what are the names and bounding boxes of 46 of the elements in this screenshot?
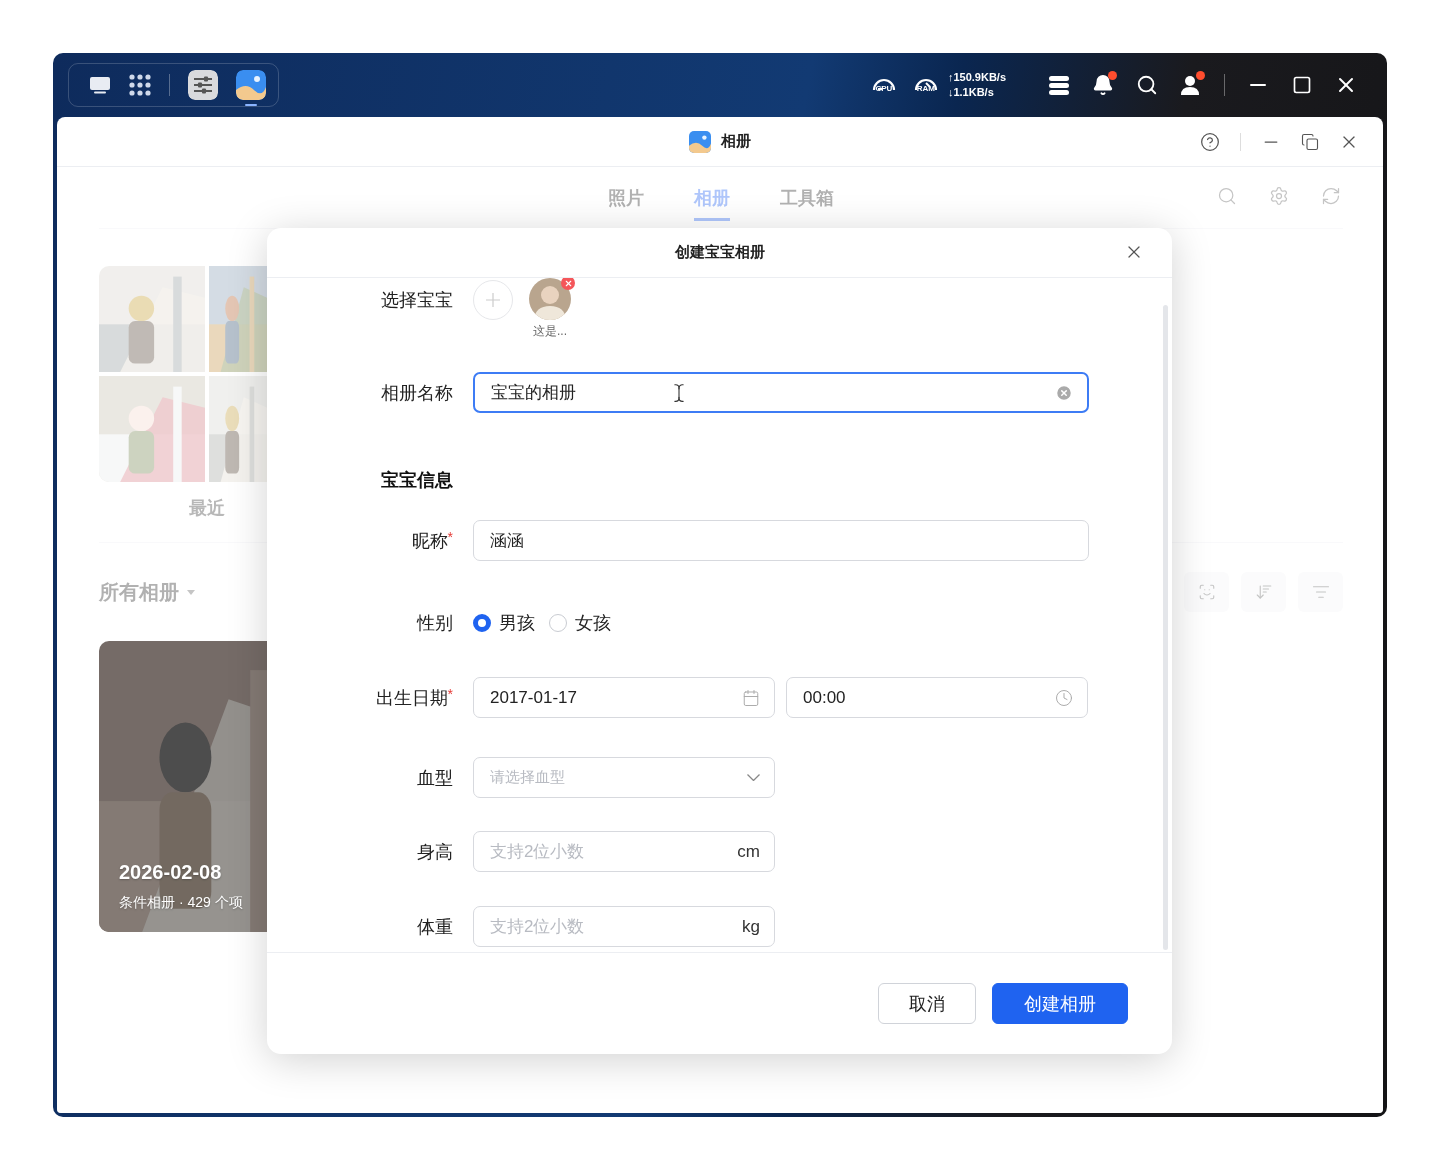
calendar-icon — [742, 688, 760, 707]
remove-icon[interactable] — [561, 278, 575, 290]
field-label: 血型 — [417, 766, 453, 790]
field-label: 身高 — [417, 840, 453, 864]
upload-speed: ↑150.9KB/s — [947, 70, 1006, 85]
photos-app-icon — [689, 130, 711, 153]
date-field[interactable]: 2017-01-17 — [473, 677, 775, 718]
gender-radio[interactable]: 男孩 — [473, 610, 535, 635]
help-icon[interactable] — [1200, 132, 1220, 152]
field-label: 相册名称 — [381, 381, 453, 405]
avatar[interactable] — [529, 278, 571, 320]
field-label: 昵称* — [411, 528, 453, 553]
photos-app-icon[interactable] — [236, 70, 266, 100]
scrollbar[interactable] — [1163, 305, 1168, 950]
album-title: 最近 — [189, 497, 225, 520]
chevron-icon — [747, 774, 760, 781]
field-label: 体重 — [417, 915, 453, 939]
cancel-button[interactable]: 取消 — [878, 983, 976, 1024]
time-field[interactable]: 00:00 — [786, 677, 1088, 718]
settings-app-icon[interactable] — [188, 70, 218, 100]
section-title: 宝宝信息 — [381, 468, 453, 492]
field-label: 选择宝宝 — [381, 289, 453, 312]
album-meta: 条件相册 · 429 个项 — [119, 894, 243, 912]
weight-field[interactable]: 支持2位小数 kg — [473, 906, 775, 947]
album-name-field[interactable]: 宝宝的相册 — [473, 372, 1089, 413]
download-speed: ↓1.1KB/s — [947, 85, 995, 100]
height-field[interactable]: 支持2位小数 cm — [473, 831, 775, 872]
unit-label: kg — [742, 916, 760, 937]
gender-radio[interactable]: 女孩 — [549, 610, 611, 635]
nickname-field[interactable]: 涵涵 — [473, 520, 1089, 561]
plus-icon — [486, 293, 500, 307]
field-label: 出生日期* — [375, 685, 453, 710]
dialog-title: 创建宝宝相册 — [674, 243, 765, 262]
cpu-label: CPU — [875, 85, 893, 93]
caret-icon — [187, 589, 195, 595]
ram-label: RAM — [916, 85, 935, 93]
unit-label: cm — [737, 841, 760, 862]
create-button[interactable]: 创建相册 — [992, 983, 1128, 1024]
album-date: 2026-02-08 — [119, 861, 223, 884]
app-grid-icon[interactable] — [129, 74, 151, 96]
monitor-icon[interactable] — [89, 76, 111, 94]
restore-icon[interactable] — [1301, 133, 1319, 151]
baby-name: 这是... — [533, 323, 567, 340]
window-title: 相册 — [721, 132, 751, 151]
clock-icon — [1055, 688, 1073, 707]
field-label: 性别 — [417, 611, 453, 635]
